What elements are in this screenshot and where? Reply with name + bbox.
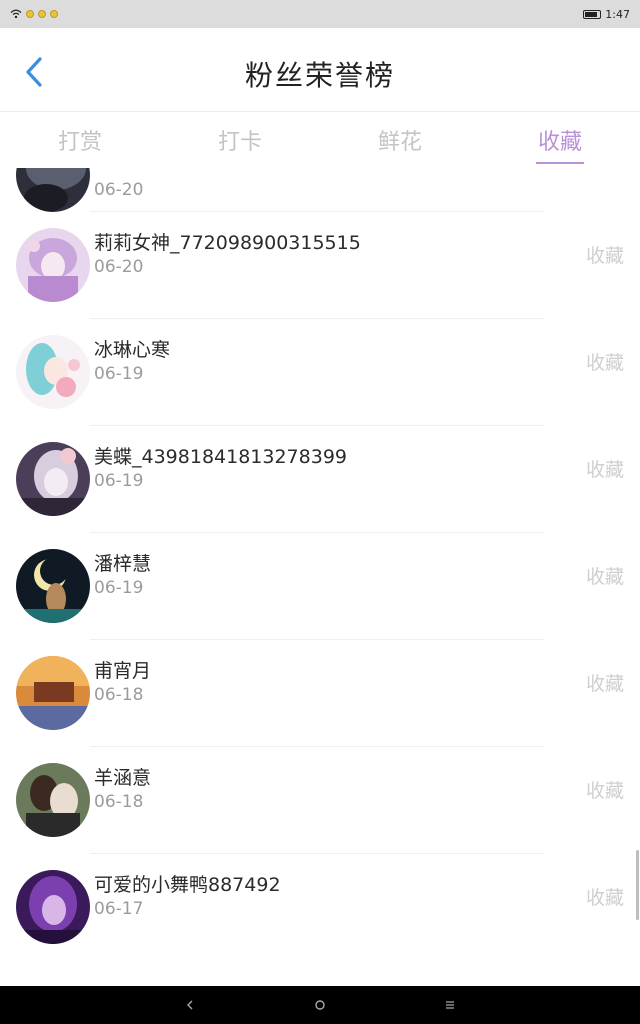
status-bar: 1:47 bbox=[0, 0, 640, 28]
avatar bbox=[16, 168, 90, 212]
back-icon[interactable] bbox=[180, 995, 200, 1015]
favorite-action[interactable]: 收藏 bbox=[586, 776, 624, 803]
favorite-action[interactable]: 收藏 bbox=[586, 348, 624, 375]
list-item-name: 潘梓慧 bbox=[94, 553, 152, 575]
list-item[interactable]: 06-20 bbox=[0, 168, 640, 212]
tab-flowers[interactable]: 鲜花 bbox=[320, 112, 480, 168]
menu-icon[interactable] bbox=[440, 995, 460, 1015]
status-icons-left bbox=[10, 9, 58, 19]
tab-bar: 打赏 打卡 鲜花 收藏 bbox=[0, 112, 640, 168]
scrollbar[interactable] bbox=[636, 850, 639, 920]
system-nav-bar bbox=[0, 986, 640, 1024]
favorite-action[interactable]: 收藏 bbox=[586, 455, 624, 482]
notification-icon bbox=[26, 10, 34, 18]
tab-label: 打赏 bbox=[57, 130, 102, 155]
list-item-date: 06-20 bbox=[94, 180, 144, 200]
tab-label: 收藏 bbox=[537, 130, 582, 155]
tab-label: 打卡 bbox=[217, 130, 262, 155]
status-time: 1:47 bbox=[605, 7, 630, 21]
list-item[interactable]: 莉莉女神_772098900315515 06-20 收藏 bbox=[0, 212, 640, 319]
page-title: 粉丝荣誉榜 bbox=[244, 59, 395, 92]
list-item-date: 06-17 bbox=[94, 899, 144, 919]
list-item-name: 莉莉女神_772098900315515 bbox=[94, 232, 361, 254]
list-item-name: 美蝶_43981841813278399 bbox=[94, 446, 348, 468]
avatar bbox=[16, 870, 90, 944]
wifi-icon bbox=[10, 9, 22, 19]
avatar bbox=[16, 228, 90, 302]
list-item[interactable]: 甫宵月 06-18 收藏 bbox=[0, 640, 640, 747]
list-item[interactable]: 冰琳心寒 06-19 收藏 bbox=[0, 319, 640, 426]
list-item[interactable]: 羊涵意 06-18 收藏 bbox=[0, 747, 640, 854]
favorite-action[interactable]: 收藏 bbox=[586, 883, 624, 910]
fan-list[interactable]: 06-20 莉莉女神_772098900315515 06-20 收藏 冰琳心寒… bbox=[0, 168, 640, 986]
list-item[interactable]: 美蝶_43981841813278399 06-19 收藏 bbox=[0, 426, 640, 533]
list-item-name: 羊涵意 bbox=[94, 767, 152, 789]
avatar bbox=[16, 335, 90, 409]
list-item[interactable]: 潘梓慧 06-19 收藏 bbox=[0, 533, 640, 640]
home-icon[interactable] bbox=[310, 995, 330, 1015]
favorite-action[interactable]: 收藏 bbox=[586, 562, 624, 589]
tab-label: 鲜花 bbox=[377, 130, 422, 155]
list-item-date: 06-19 bbox=[94, 364, 144, 384]
tab-reward[interactable]: 打赏 bbox=[0, 112, 160, 168]
page-header: 粉丝荣誉榜 bbox=[0, 28, 640, 112]
list-item-date: 06-19 bbox=[94, 578, 144, 598]
tab-favorites[interactable]: 收藏 bbox=[480, 112, 640, 168]
avatar bbox=[16, 442, 90, 516]
notification-icon bbox=[38, 10, 46, 18]
avatar bbox=[16, 763, 90, 837]
list-item[interactable]: 可爱的小舞鸭887492 06-17 收藏 bbox=[0, 854, 640, 961]
active-tab-indicator bbox=[536, 162, 584, 164]
favorite-action[interactable]: 收藏 bbox=[586, 241, 624, 268]
avatar bbox=[16, 656, 90, 730]
list-item-date: 06-18 bbox=[94, 792, 144, 812]
notification-icon bbox=[50, 10, 58, 18]
list-item-name: 可爱的小舞鸭887492 bbox=[94, 874, 281, 896]
list-item-date: 06-18 bbox=[94, 685, 144, 705]
list-item-name: 甫宵月 bbox=[94, 660, 152, 682]
list-item-date: 06-19 bbox=[94, 471, 144, 491]
avatar bbox=[16, 549, 90, 623]
favorite-action[interactable]: 收藏 bbox=[586, 669, 624, 696]
battery-icon bbox=[583, 9, 602, 19]
tab-checkin[interactable]: 打卡 bbox=[160, 112, 320, 168]
status-icons-right: 1:47 bbox=[583, 8, 630, 21]
list-item-date: 06-20 bbox=[94, 257, 144, 277]
list-item-name: 冰琳心寒 bbox=[94, 339, 171, 361]
